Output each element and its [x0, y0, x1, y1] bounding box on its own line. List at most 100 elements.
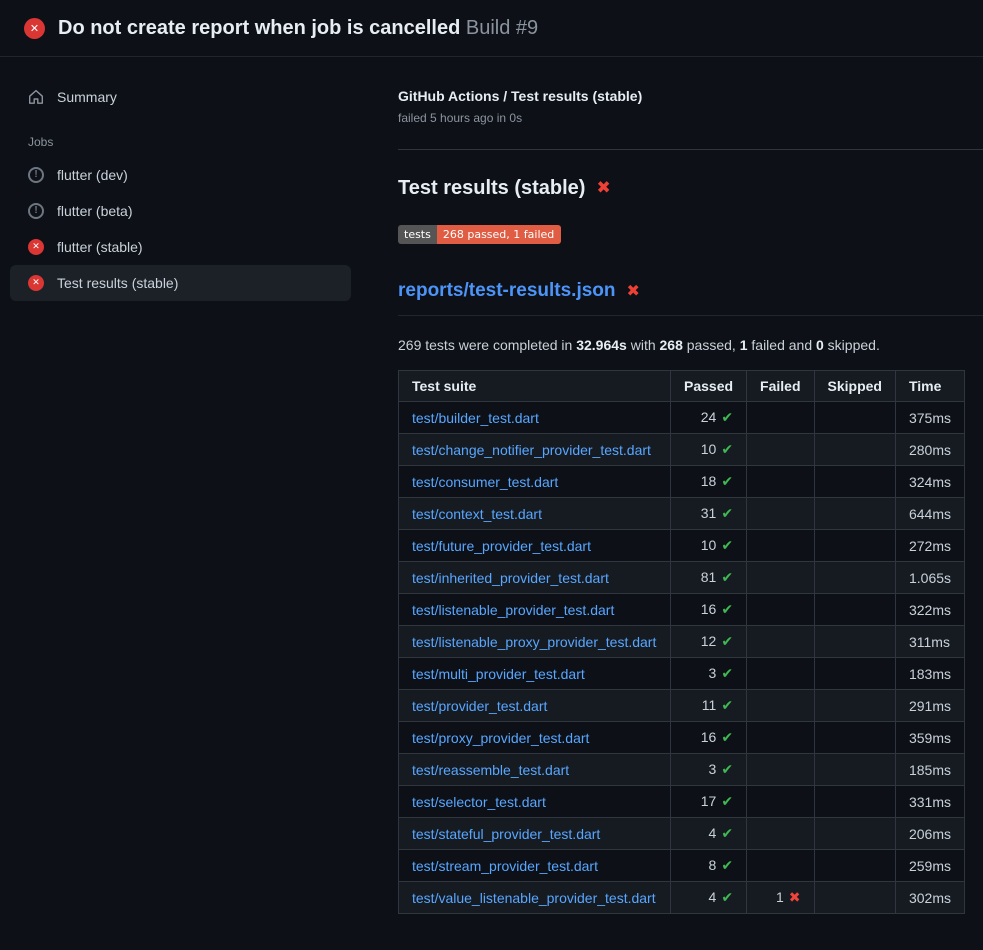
table-row: test/future_provider_test.dart10✔272ms: [399, 530, 965, 562]
test-suite-link[interactable]: test/consumer_test.dart: [412, 474, 558, 490]
test-suite-link[interactable]: test/reassemble_test.dart: [412, 762, 569, 778]
report-file-heading: reports/test-results.json ✖: [398, 280, 983, 316]
passed-count-cell: 18✔: [671, 466, 747, 498]
test-suite-link[interactable]: test/multi_provider_test.dart: [412, 666, 585, 682]
report-file-link[interactable]: reports/test-results.json: [398, 280, 616, 302]
check-icon: ✔: [721, 538, 733, 554]
sidebar-job-flutter-dev[interactable]: !flutter (dev): [10, 157, 351, 193]
failed-count-cell: 1✖: [747, 882, 814, 914]
table-row: test/builder_test.dart24✔375ms: [399, 402, 965, 434]
failed-count-cell: [747, 754, 814, 786]
check-icon: ✔: [721, 762, 733, 778]
job-label: flutter (dev): [57, 167, 128, 183]
skipped-count-cell: [814, 882, 895, 914]
check-icon: ✔: [721, 858, 733, 874]
count-value: 1: [776, 889, 784, 905]
test-time-cell: 324ms: [895, 466, 964, 498]
count-value: 8: [709, 857, 717, 873]
table-row: test/proxy_provider_test.dart16✔359ms: [399, 722, 965, 754]
table-row: test/change_notifier_provider_test.dart 1…: [399, 434, 965, 466]
test-suite-link[interactable]: test/future_provider_test.dart: [412, 538, 591, 554]
sidebar-job-flutter-stable[interactable]: ✕flutter (stable): [10, 229, 351, 265]
skipped-count-cell: [814, 722, 895, 754]
table-row: test/context_test.dart31✔644ms: [399, 498, 965, 530]
run-header: ✕ Do not create report when job is cance…: [0, 0, 983, 57]
jobs-section-label: Jobs: [10, 115, 351, 157]
test-suite-link[interactable]: test/stream_provider_test.dart: [412, 858, 598, 874]
count-value: 17: [701, 793, 717, 809]
check-icon: ✔: [721, 890, 733, 906]
test-suite-link[interactable]: test/value_listenable_provider_test.dart: [412, 890, 656, 906]
failed-count-cell: [747, 722, 814, 754]
test-suite-link[interactable]: test/builder_test.dart: [412, 410, 539, 426]
skipped-count-cell: [814, 498, 895, 530]
skipped-count-cell: [814, 466, 895, 498]
test-time-cell: 280ms: [895, 434, 964, 466]
table-body: test/builder_test.dart24✔375mstest/chang…: [399, 402, 965, 914]
table-row: test/reassemble_test.dart 3✔ 185ms: [399, 754, 965, 786]
test-time-cell: 291ms: [895, 690, 964, 722]
summary-text: passed,: [683, 337, 740, 353]
summary-failed-count: 1: [740, 337, 748, 353]
skipped-count-cell: [814, 562, 895, 594]
passed-count-cell: 17✔: [671, 786, 747, 818]
count-value: 81: [701, 569, 717, 585]
check-icon: ✔: [721, 570, 733, 586]
failed-count-cell: [747, 594, 814, 626]
sidebar: Summary Jobs !flutter (dev)!flutter (bet…: [0, 57, 398, 301]
check-icon: ✔: [721, 666, 733, 682]
passed-count-cell: 16✔: [671, 594, 747, 626]
failed-cross-icon: ✖: [627, 283, 640, 299]
sidebar-job-flutter-beta[interactable]: !flutter (beta): [10, 193, 351, 229]
header-failed: Failed: [747, 371, 814, 402]
main-content: GitHub Actions / Test results (stable) f…: [398, 57, 983, 934]
test-suite-cell: test/change_notifier_provider_test.dart: [399, 434, 671, 466]
header-skipped: Skipped: [814, 371, 895, 402]
test-suite-link[interactable]: test/provider_test.dart: [412, 698, 547, 714]
test-time-cell: 322ms: [895, 594, 964, 626]
check-icon: ✔: [721, 634, 733, 650]
test-suite-link[interactable]: test/change_notifier_provider_test.dart: [412, 442, 651, 458]
test-suite-cell: test/builder_test.dart: [399, 402, 671, 434]
summary-skipped-count: 0: [816, 337, 824, 353]
test-suite-link[interactable]: test/stateful_provider_test.dart: [412, 826, 600, 842]
failed-count-cell: [747, 818, 814, 850]
passed-count-cell: 11✔: [671, 690, 747, 722]
sidebar-job-test-results-stable[interactable]: ✕Test results (stable): [10, 265, 351, 301]
test-time-cell: 311ms: [895, 626, 964, 658]
home-icon: [28, 89, 44, 105]
test-suite-cell: test/proxy_provider_test.dart: [399, 722, 671, 754]
neutral-circle-icon: !: [28, 203, 44, 219]
run-build-number: Build #9: [466, 17, 538, 39]
test-suite-cell: test/context_test.dart: [399, 498, 671, 530]
sidebar-summary-label: Summary: [57, 89, 117, 105]
failed-count-cell: [747, 658, 814, 690]
test-time-cell: 359ms: [895, 722, 964, 754]
count-value: 12: [701, 633, 717, 649]
test-suite-link[interactable]: test/listenable_provider_test.dart: [412, 602, 614, 618]
test-time-cell: 644ms: [895, 498, 964, 530]
test-suite-link[interactable]: test/listenable_proxy_provider_test.dart: [412, 634, 656, 650]
test-suite-link[interactable]: test/inherited_provider_test.dart: [412, 570, 609, 586]
test-suite-link[interactable]: test/context_test.dart: [412, 506, 542, 522]
table-header: Test suite Passed Failed Skipped Time: [399, 371, 965, 402]
test-suite-link[interactable]: test/selector_test.dart: [412, 794, 546, 810]
sidebar-item-summary[interactable]: Summary: [10, 79, 351, 115]
run-title: Do not create report when job is cancell…: [58, 17, 460, 39]
job-label: flutter (stable): [57, 239, 143, 255]
test-time-cell: 185ms: [895, 754, 964, 786]
passed-count-cell: 3✔: [671, 754, 747, 786]
failed-count-cell: [747, 466, 814, 498]
badge-value: 268 passed, 1 failed: [437, 225, 561, 244]
test-suite-link[interactable]: test/proxy_provider_test.dart: [412, 730, 589, 746]
table-row: test/inherited_provider_test.dart81✔1.06…: [399, 562, 965, 594]
skipped-count-cell: [814, 530, 895, 562]
skipped-count-cell: [814, 818, 895, 850]
summary-text: 269 tests were completed in: [398, 337, 576, 353]
header-time: Time: [895, 371, 964, 402]
x-circle-icon: ✕: [28, 275, 44, 291]
check-icon: ✔: [721, 730, 733, 746]
check-icon: ✔: [721, 826, 733, 842]
count-value: 10: [701, 441, 717, 457]
skipped-count-cell: [814, 850, 895, 882]
